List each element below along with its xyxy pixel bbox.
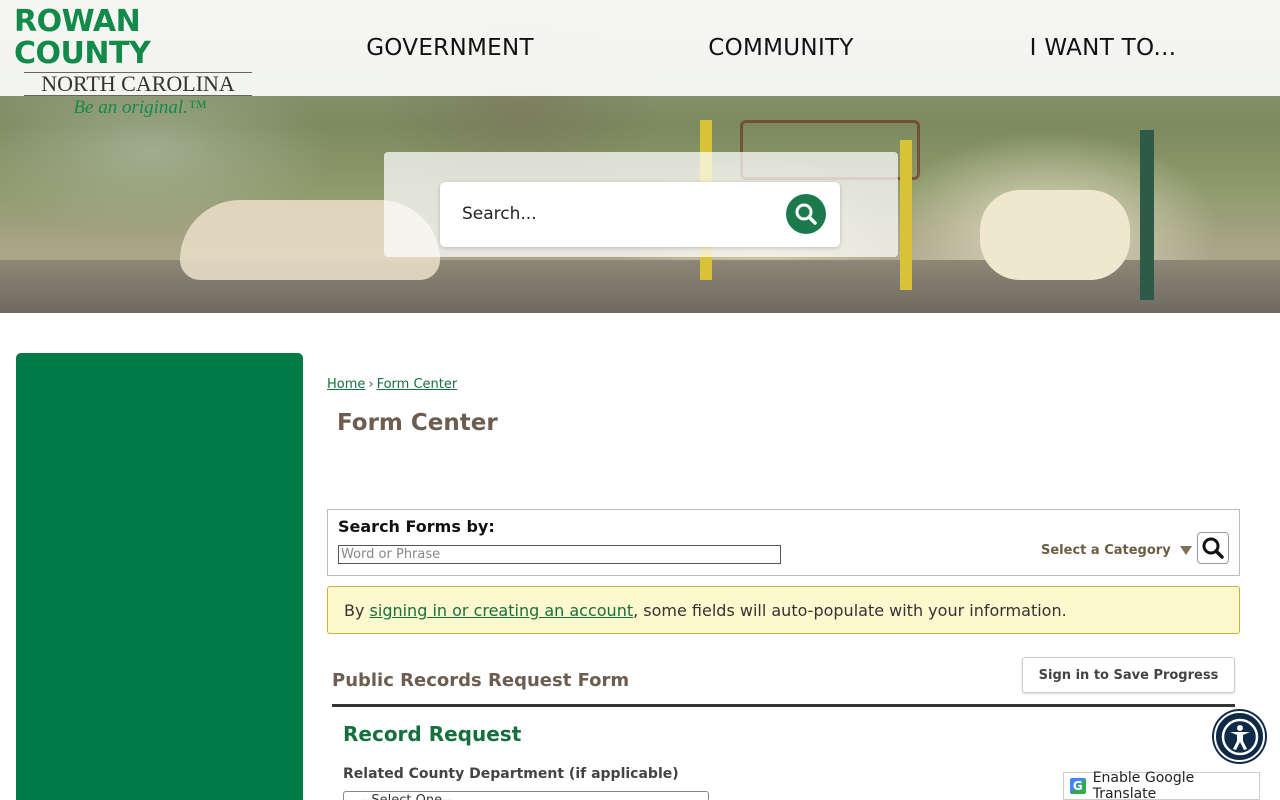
- breadcrumb-separator: ›: [368, 377, 374, 392]
- hero-playground-post: [1140, 130, 1154, 300]
- google-translate-label: Enable Google Translate: [1092, 770, 1195, 800]
- accessibility-button[interactable]: [1214, 711, 1265, 762]
- form-divider: [332, 704, 1235, 707]
- left-sidebar: [16, 353, 303, 800]
- logo-state: NORTH CAROLINA: [24, 72, 252, 96]
- search-icon: [1202, 537, 1224, 559]
- form-title: Public Records Request Form: [332, 670, 630, 691]
- search-forms-panel: Search Forms by: Word or Phrase Select a…: [327, 509, 1240, 576]
- site-search-input[interactable]: Search...: [440, 182, 840, 247]
- save-progress-button[interactable]: Sign in to Save Progress: [1022, 657, 1235, 693]
- nav-government[interactable]: GOVERNMENT: [300, 0, 600, 96]
- site-logo[interactable]: ROWAN COUNTY NORTH CAROLINA Be an origin…: [14, 4, 266, 118]
- search-forms-button[interactable]: [1197, 532, 1229, 564]
- hero-playground-post: [900, 140, 912, 290]
- site-search-button[interactable]: [786, 194, 826, 234]
- caret-down-icon: [1179, 546, 1192, 555]
- breadcrumb: Home › Form Center: [327, 377, 457, 392]
- nav-community[interactable]: COMMUNITY: [630, 0, 932, 96]
- nav-i-want-to[interactable]: I WANT TO...: [960, 0, 1246, 96]
- category-dropdown-label: Select a Category: [1041, 543, 1171, 558]
- logo-title: ROWAN COUNTY: [14, 4, 151, 71]
- department-select[interactable]: --Select One--: [343, 791, 709, 800]
- notice-prefix: By: [344, 601, 370, 620]
- logo-tagline: Be an original.™: [73, 97, 207, 118]
- accessibility-icon: [1221, 718, 1258, 755]
- department-field-label: Related County Department (if applicable…: [343, 766, 679, 782]
- section-title: Record Request: [343, 722, 522, 746]
- search-forms-label: Search Forms by:: [338, 517, 495, 536]
- google-translate-icon: G: [1070, 778, 1086, 794]
- top-navigation-bar: ROWAN COUNTY NORTH CAROLINA Be an origin…: [0, 0, 1280, 118]
- hero-playground-deck: [980, 190, 1130, 280]
- category-dropdown[interactable]: Select a Category: [1041, 543, 1192, 558]
- breadcrumb-form-center[interactable]: Form Center: [377, 377, 458, 392]
- search-forms-input[interactable]: Word or Phrase: [338, 545, 781, 564]
- breadcrumb-home[interactable]: Home: [327, 377, 365, 392]
- search-icon: [795, 203, 817, 225]
- google-translate-button[interactable]: G Enable Google Translate: [1063, 770, 1260, 800]
- site-search-placeholder: Search...: [462, 204, 537, 224]
- sign-in-notice: By signing in or creating an account, so…: [327, 586, 1240, 634]
- sign-in-link[interactable]: signing in or creating an account: [370, 601, 634, 620]
- page-title: Form Center: [337, 410, 498, 436]
- notice-suffix: , some fields will auto-populate with yo…: [633, 601, 1067, 620]
